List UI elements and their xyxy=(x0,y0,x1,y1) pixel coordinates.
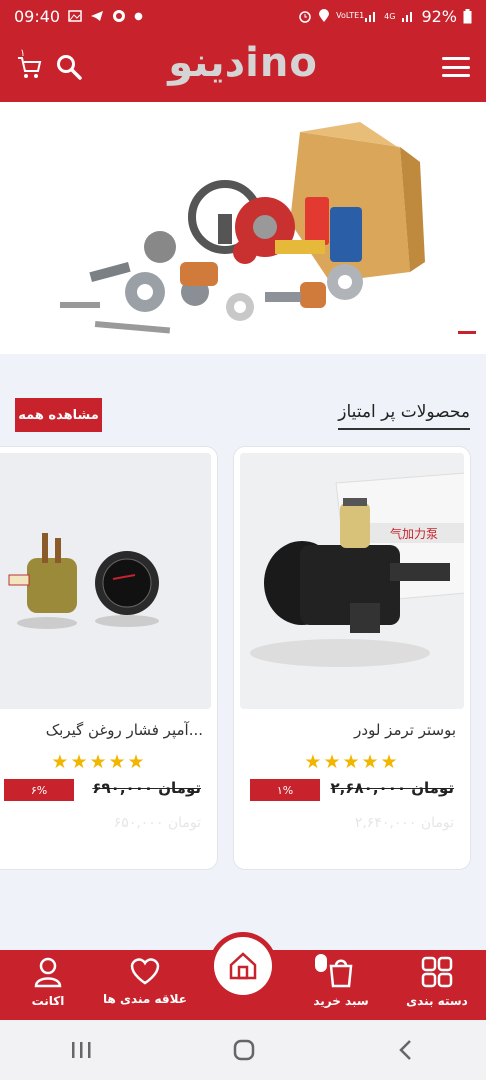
search-icon xyxy=(57,55,82,80)
grid-icon xyxy=(421,956,453,988)
carrier-label: VoLTE1 xyxy=(336,11,365,20)
recents-icon[interactable] xyxy=(70,1040,92,1060)
notification-dot: ● xyxy=(134,10,143,22)
gallery-icon xyxy=(68,10,82,22)
alarm-icon xyxy=(299,11,311,23)
final-price: ۲,۶۴۰,۰۰۰ تومان xyxy=(354,815,454,831)
discount-badge: ۱% xyxy=(250,779,320,801)
product-image xyxy=(0,453,211,709)
nav-label: اکانت xyxy=(31,994,65,1008)
oil-pressure-gauge-image xyxy=(0,453,211,709)
nav-home[interactable] xyxy=(209,932,277,1000)
logo-text-en: ino xyxy=(245,40,318,86)
system-navigation-bar xyxy=(0,1020,486,1080)
old-price: ۲,۶۸۰,۰۰۰ تومان xyxy=(330,779,454,797)
back-icon[interactable] xyxy=(396,1039,416,1061)
nav-label: سبد خرید xyxy=(313,994,369,1008)
search-button[interactable] xyxy=(56,54,82,80)
nav-cart[interactable]: سبد خرید xyxy=(296,954,386,1008)
carousel-indicator[interactable] xyxy=(458,331,476,334)
battery-level: 92% xyxy=(421,6,457,26)
menu-icon-bar xyxy=(442,74,470,77)
product-price: ۲,۶۸۰,۰۰۰ تومان xyxy=(331,779,454,797)
menu-button[interactable] xyxy=(442,57,470,77)
cart-badge: ۱ xyxy=(20,48,26,59)
status-bar: 09:40 ● VoLTE1 4G 92% xyxy=(0,0,486,32)
cart-button[interactable]: ۱ xyxy=(16,48,42,80)
product-card[interactable]: آمپر فشار روغن گیربک... ★★★★★ ۶% ۶۹۰,۰۰۰… xyxy=(0,446,218,870)
status-right: VoLTE1 4G 92% xyxy=(298,7,472,26)
home-system-icon[interactable] xyxy=(232,1038,256,1062)
product-card[interactable]: 气加力泵 بوستر ترمز لودر ★★★★★ ۱% ۲,۶۸۰,۰۰۰ … xyxy=(233,446,471,870)
svg-text:气加力泵: 气加力泵 xyxy=(390,526,438,541)
location-icon xyxy=(319,9,330,22)
nav-favorites[interactable]: علاقه مندی ها xyxy=(100,956,190,1006)
signal-icon-2 xyxy=(402,12,413,22)
signal-icon xyxy=(365,12,376,22)
car-parts-illustration xyxy=(60,122,425,334)
bag-wrapper xyxy=(315,954,357,988)
final-price: ۶۵۰,۰۰۰ تومان xyxy=(113,815,201,831)
bag-icon xyxy=(329,959,353,988)
rating-stars: ★★★★★ xyxy=(51,751,147,773)
battery-icon xyxy=(463,8,472,23)
logo-text-fa: دینو xyxy=(168,40,246,86)
top-rated-section-header: مشاهده همه محصولات پر امتیاز xyxy=(0,396,486,436)
network-label: 4G xyxy=(384,11,396,21)
brake-booster-image: 气加力泵 xyxy=(240,453,464,709)
header-actions: ۱ xyxy=(16,48,82,80)
home-button-inner xyxy=(214,937,272,995)
product-name: بوستر ترمز لودر xyxy=(354,721,456,739)
app-header: ۱ دینوino xyxy=(0,32,486,102)
status-left: 09:40 ● xyxy=(14,7,143,26)
nav-account[interactable]: اکانت xyxy=(3,956,93,1008)
old-price: ۶۹۰,۰۰۰ تومان xyxy=(92,779,201,797)
bottom-navigation: دسته بندی سبد خرید علاقه مندی ها اکانت xyxy=(0,932,486,1020)
see-all-button[interactable]: مشاهده همه xyxy=(15,398,102,432)
home-icon xyxy=(229,952,257,980)
product-name: آمپر فشار روغن گیربک... xyxy=(45,721,203,739)
heart-icon xyxy=(130,958,160,985)
menu-icon-bar xyxy=(442,57,470,60)
nav-label: علاقه مندی ها xyxy=(103,992,187,1006)
app-icon xyxy=(113,10,126,22)
cart-count-badge xyxy=(315,954,327,972)
section-title: محصولات پر امتیاز xyxy=(338,402,470,430)
telegram-icon xyxy=(91,11,104,21)
user-icon xyxy=(34,957,62,988)
product-price: ۶۹۰,۰۰۰ تومان xyxy=(92,779,201,797)
product-image: 气加力泵 xyxy=(240,453,464,709)
nav-label: دسته بندی xyxy=(406,994,468,1008)
menu-icon-bar xyxy=(442,65,470,69)
rating-stars: ★★★★★ xyxy=(304,751,400,773)
nav-categories[interactable]: دسته بندی xyxy=(392,956,482,1008)
brand-logo[interactable]: دینوino xyxy=(168,40,318,86)
status-time: 09:40 xyxy=(14,6,61,26)
hero-banner[interactable] xyxy=(0,102,486,354)
discount-badge: ۶% xyxy=(4,779,74,801)
